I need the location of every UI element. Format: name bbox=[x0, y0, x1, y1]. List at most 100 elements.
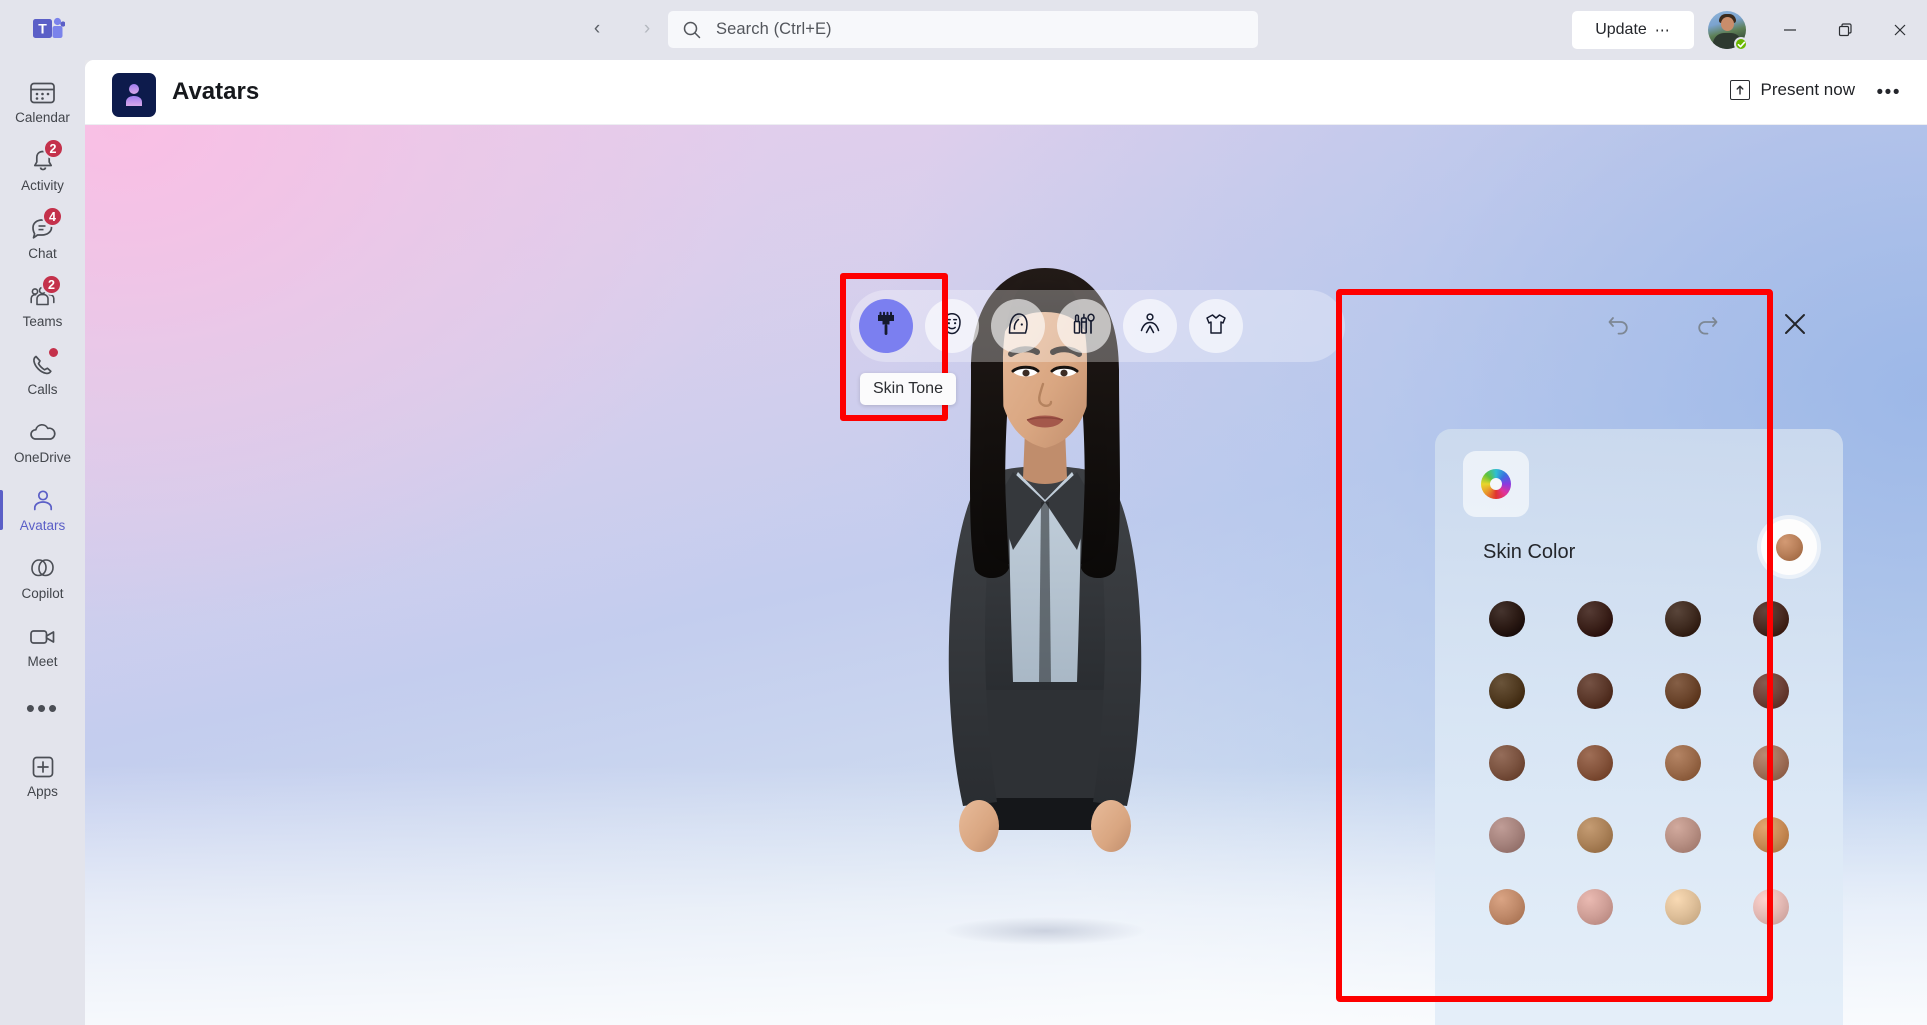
sidebar-more-button[interactable]: ••• bbox=[0, 680, 85, 736]
category-clothing-button[interactable] bbox=[1189, 299, 1243, 353]
calendar-icon bbox=[29, 78, 56, 108]
sidebar-item-calendar[interactable]: Calendar bbox=[0, 68, 85, 136]
category-face-button[interactable] bbox=[925, 299, 979, 353]
color-wheel-icon bbox=[1481, 469, 1511, 499]
skin-color-swatch[interactable] bbox=[1753, 889, 1789, 925]
hair-icon bbox=[1005, 311, 1031, 342]
svg-text:T: T bbox=[38, 21, 47, 37]
teams-icon: 2 bbox=[28, 274, 62, 312]
skin-color-swatch[interactable] bbox=[1577, 673, 1613, 709]
category-body-button[interactable] bbox=[1123, 299, 1177, 353]
sidebar-item-avatars[interactable]: Avatars bbox=[0, 476, 85, 544]
window-controls bbox=[1762, 0, 1927, 60]
close-window-button[interactable] bbox=[1872, 0, 1927, 60]
skin-color-swatch[interactable] bbox=[1577, 745, 1613, 781]
skin-color-swatch[interactable] bbox=[1577, 889, 1613, 925]
skin-color-swatch[interactable] bbox=[1665, 889, 1701, 925]
badge-count: 4 bbox=[42, 206, 63, 228]
skin-color-swatch[interactable] bbox=[1753, 673, 1789, 709]
cloud-icon bbox=[28, 418, 58, 448]
sidebar-item-label: Meet bbox=[27, 654, 58, 670]
search-placeholder: Search (Ctrl+E) bbox=[716, 20, 832, 38]
badge-count: 2 bbox=[42, 138, 64, 160]
teams-logo-icon: T bbox=[32, 14, 66, 44]
close-editor-button[interactable] bbox=[1771, 300, 1819, 348]
category-skin-tone-button[interactable] bbox=[859, 299, 913, 353]
redo-button[interactable] bbox=[1683, 300, 1731, 348]
skin-color-swatch[interactable] bbox=[1665, 601, 1701, 637]
paintbrush-icon bbox=[873, 311, 899, 342]
update-more-icon[interactable]: ⋯ bbox=[1655, 21, 1671, 39]
navigation-arrows: ‹ › bbox=[580, 12, 664, 46]
sidebar-item-label: Apps bbox=[27, 784, 58, 800]
category-makeup-button[interactable] bbox=[1057, 299, 1111, 353]
skin-color-swatch[interactable] bbox=[1665, 745, 1701, 781]
bell-icon: 2 bbox=[30, 138, 64, 176]
category-hair-button[interactable] bbox=[991, 299, 1045, 353]
avatar-shadow bbox=[945, 917, 1145, 945]
update-button[interactable]: Update ⋯ bbox=[1572, 11, 1694, 49]
camera-icon bbox=[28, 622, 58, 652]
sidebar-item-label: Activity bbox=[21, 178, 64, 194]
skin-tone-tooltip: Skin Tone bbox=[860, 373, 956, 405]
skin-color-swatch[interactable] bbox=[1489, 601, 1525, 637]
chat-icon: 4 bbox=[29, 206, 63, 244]
skin-color-swatch[interactable] bbox=[1753, 817, 1789, 853]
editor-actions bbox=[1595, 300, 1819, 348]
avatars-app-icon bbox=[112, 73, 156, 117]
face-icon bbox=[939, 311, 965, 342]
body-icon bbox=[1137, 311, 1163, 342]
sidebar-item-onedrive[interactable]: OneDrive bbox=[0, 408, 85, 476]
color-wheel-button[interactable] bbox=[1463, 451, 1529, 517]
sidebar-item-label: Avatars bbox=[19, 518, 66, 534]
current-skin-color-swatch[interactable] bbox=[1761, 519, 1817, 575]
sidebar-item-activity[interactable]: 2 Activity bbox=[0, 136, 85, 204]
skin-color-swatch[interactable] bbox=[1577, 601, 1613, 637]
sidebar-item-label: Teams bbox=[22, 314, 63, 330]
header-more-button[interactable]: ••• bbox=[1877, 82, 1901, 104]
maximize-button[interactable] bbox=[1817, 0, 1872, 60]
sidebar-item-chat[interactable]: 4 Chat bbox=[0, 204, 85, 272]
sidebar-item-label: Chat bbox=[28, 246, 57, 262]
presence-available-icon bbox=[1734, 37, 1748, 51]
present-now-label: Present now bbox=[1760, 80, 1856, 99]
sidebar-item-label: Calls bbox=[27, 382, 58, 398]
sidebar-item-calls[interactable]: Calls bbox=[0, 340, 85, 408]
skin-color-swatch[interactable] bbox=[1489, 889, 1525, 925]
present-now-button[interactable]: Present now bbox=[1729, 80, 1856, 100]
sidebar-item-copilot[interactable]: Copilot bbox=[0, 544, 85, 612]
phone-icon bbox=[30, 346, 60, 380]
sidebar-item-label: OneDrive bbox=[13, 450, 72, 466]
skin-color-swatch[interactable] bbox=[1665, 817, 1701, 853]
sidebar-item-label: Calendar bbox=[15, 110, 70, 126]
back-button[interactable]: ‹ bbox=[580, 12, 614, 46]
current-color-ball bbox=[1775, 533, 1803, 561]
sidebar-item-meet[interactable]: Meet bbox=[0, 612, 85, 680]
sidebar-item-teams[interactable]: 2 Teams bbox=[0, 272, 85, 340]
minimize-button[interactable] bbox=[1762, 0, 1817, 60]
app-rail: Calendar 2 Activity 4 Chat 2 Teams Calls… bbox=[0, 60, 85, 1025]
copilot-icon bbox=[29, 554, 57, 584]
skin-color-swatch[interactable] bbox=[1753, 601, 1789, 637]
share-screen-icon bbox=[1729, 80, 1750, 100]
sidebar-item-apps[interactable]: Apps bbox=[0, 742, 85, 810]
skin-color-swatch[interactable] bbox=[1753, 745, 1789, 781]
main-content: Avatars Present now ••• Skin Tone Skin C… bbox=[85, 60, 1927, 1025]
person-icon bbox=[30, 486, 56, 516]
window-title-bar: T ‹ › Search (Ctrl+E) Update ⋯ bbox=[0, 0, 1927, 60]
skin-color-swatch[interactable] bbox=[1665, 673, 1701, 709]
sidebar-item-label: Copilot bbox=[21, 586, 64, 602]
avatar-head bbox=[1721, 17, 1734, 31]
undo-button[interactable] bbox=[1595, 300, 1643, 348]
search-input[interactable]: Search (Ctrl+E) bbox=[668, 11, 1258, 48]
makeup-icon bbox=[1071, 311, 1097, 342]
skin-color-swatch[interactable] bbox=[1577, 817, 1613, 853]
avatar-stage: Skin Tone Fi bbox=[85, 125, 1927, 1025]
shirt-icon bbox=[1203, 311, 1229, 342]
skin-color-swatch[interactable] bbox=[1489, 817, 1525, 853]
forward-button[interactable]: › bbox=[630, 12, 664, 46]
skin-color-swatch-grid bbox=[1463, 601, 1815, 925]
page-title: Avatars bbox=[172, 78, 260, 105]
skin-color-swatch[interactable] bbox=[1489, 745, 1525, 781]
skin-color-swatch[interactable] bbox=[1489, 673, 1525, 709]
